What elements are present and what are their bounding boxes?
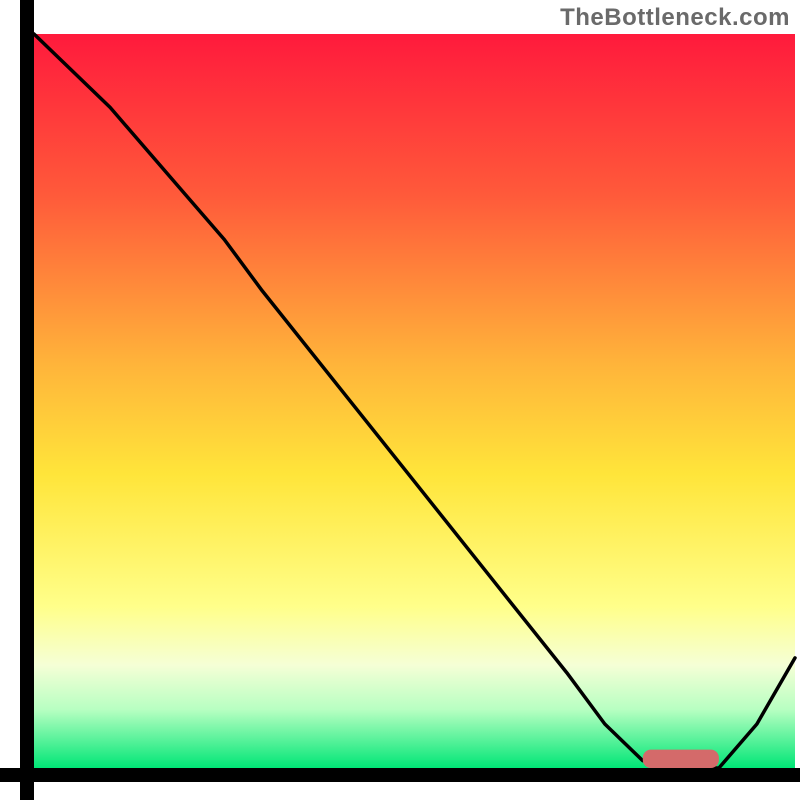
chart-stage: TheBottleneck.com <box>0 0 800 800</box>
chart-canvas <box>0 0 800 800</box>
watermark-text: TheBottleneck.com <box>560 4 790 32</box>
optimum-band <box>643 750 719 768</box>
plot-background <box>34 34 795 768</box>
